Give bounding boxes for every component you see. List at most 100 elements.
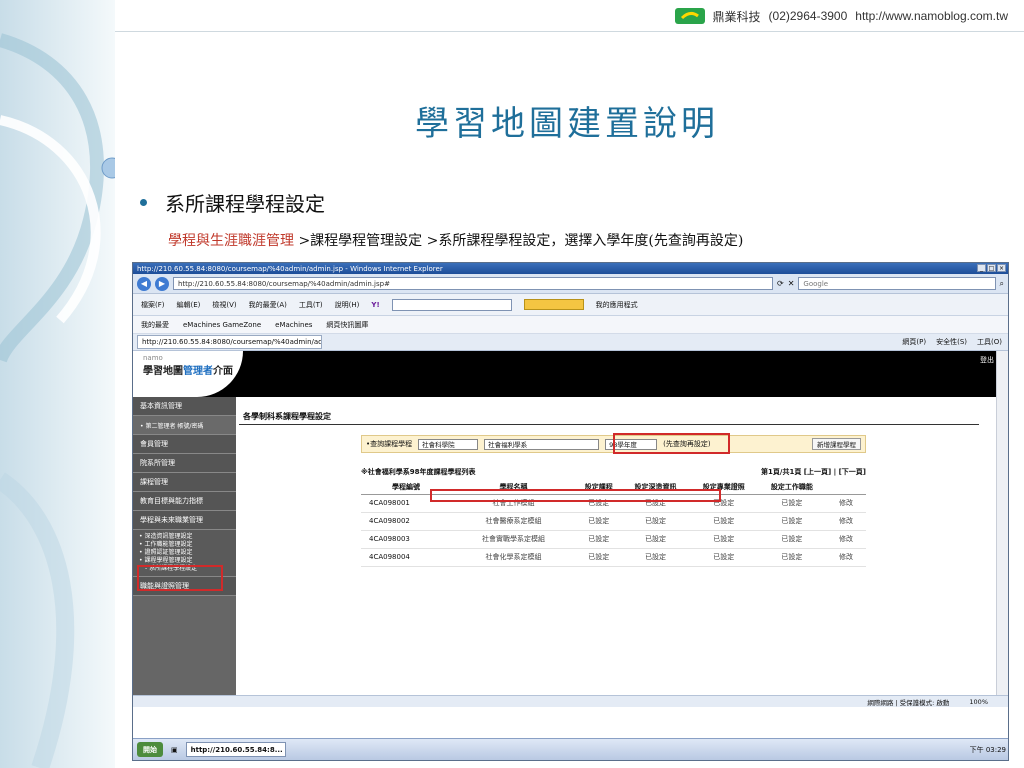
path-rest: >課程學程管理設定 >系所課程學程設定，選擇入學年度(先查詢再設定) (294, 233, 744, 249)
pager[interactable]: 第1頁/共1頁 [上一頁] | [下一頁] (761, 467, 866, 477)
menu-program-career[interactable]: 學程與未來職業管理 (133, 511, 236, 530)
refresh-icon[interactable]: ⟳ (777, 279, 784, 288)
highlight-box (613, 433, 730, 454)
cell-name: 社會化學系定模組 (451, 548, 576, 567)
submenu-certificate[interactable]: • 證照認証管理設定 (133, 549, 236, 557)
menu-file[interactable]: 檔案(F) (141, 300, 165, 310)
bullet-icon (140, 199, 147, 206)
forward-icon[interactable]: ▶ (155, 276, 169, 291)
page-heading: 各學制科系課程學程設定 (239, 397, 979, 425)
cell-skill[interactable]: 已設定 (757, 512, 826, 531)
search-icon[interactable]: ⌕ (1000, 279, 1004, 289)
taskbar-ie-window[interactable]: http://210.60.55.84:8... (185, 742, 286, 757)
company-logo (674, 8, 705, 24)
main-content: 各學制科系課程學程設定 •查詢課程學程 社會科學院 社會福利學系 98學年度 (… (239, 397, 990, 567)
table-row: 4CA098004 社會化學系定模組 已設定 已設定 已設定 已設定 修改 (361, 548, 866, 567)
cell-skill[interactable]: 已設定 (757, 548, 826, 567)
status-bar: 網際網路 | 受保護模式: 啟動 100% (133, 695, 1008, 707)
menu-edit[interactable]: 編輯(E) (177, 300, 201, 310)
start-button[interactable]: 開始 (137, 742, 163, 757)
maximize-icon[interactable]: □ (987, 264, 996, 272)
address-bar: ◀ ▶ http://210.60.55.84:8080/coursemap/%… (133, 274, 1008, 294)
search-input[interactable]: Google (798, 277, 996, 290)
fav-link-emachines[interactable]: eMachines (275, 321, 312, 329)
fav-link-webslice[interactable]: 網頁快訊圖庫 (326, 320, 368, 330)
menu-second-admin[interactable]: • 第二管理者 帳號/密碼 (133, 416, 236, 435)
menu-edu-goals[interactable]: 教育目標與能力指標 (133, 492, 236, 511)
cell-course[interactable]: 已設定 (576, 548, 622, 567)
close-icon[interactable]: × (997, 264, 1006, 272)
window-controls: _ □ × (977, 264, 1006, 272)
safety-menu[interactable]: 安全性(S) (936, 337, 967, 347)
slide-title: 學習地圖建置說明 (415, 104, 719, 144)
cell-skill[interactable]: 已設定 (757, 494, 826, 513)
cell-course[interactable]: 已設定 (576, 530, 622, 549)
company-website[interactable]: http://www.namoblog.com.tw (855, 9, 1008, 23)
table-row: 4CA098003 社會實戰學系定模組 已設定 已設定 已設定 已設定 修改 (361, 530, 866, 549)
menu-tools[interactable]: 工具(T) (299, 300, 323, 310)
fav-link-gamezone[interactable]: eMachines GameZone (183, 321, 261, 329)
edit-link[interactable]: 修改 (826, 548, 866, 567)
favorites-bar: 我的最愛 eMachines GameZone eMachines 網頁快訊圖庫 (133, 316, 1008, 334)
page-menu[interactable]: 網頁(P) (902, 337, 926, 347)
cell-code: 4CA098003 (361, 530, 451, 549)
cell-advanced[interactable]: 已設定 (621, 548, 690, 567)
stop-icon[interactable]: ✕ (788, 279, 795, 288)
cell-advanced[interactable]: 已設定 (621, 530, 690, 549)
toolbar-search-input[interactable] (391, 298, 512, 311)
cell-skill[interactable]: 已設定 (757, 530, 826, 549)
url-input[interactable]: http://210.60.55.84:8080/coursemap/%40ad… (173, 277, 773, 290)
taskbar: 開始 ▣ http://210.60.55.84:8... 下午 03:29 (133, 738, 1008, 760)
quicklaunch-icon[interactable]: ▣ (171, 746, 178, 754)
cell-cert[interactable]: 已設定 (689, 512, 758, 531)
menu-favorites[interactable]: 我的最愛(A) (249, 300, 287, 310)
logo-main-text: 學習地圖管理者介面 (143, 366, 233, 377)
list-header: ※社會福利學系98年度課程學程列表 第1頁/共1頁 [上一頁] | [下一頁] (361, 467, 866, 477)
window-title: http://210.60.55.84:8080/coursemap/%40ad… (137, 264, 443, 273)
menu-basic-info[interactable]: 基本資訊管理 (133, 397, 236, 416)
college-select[interactable]: 社會科學院 (418, 438, 479, 450)
highlight-box (430, 489, 721, 502)
submenu-advanced[interactable]: • 深造資訊管理設定 (133, 533, 236, 541)
submenu-program-setting[interactable]: • 課程學程管理設定 (133, 557, 236, 565)
vertical-scrollbar[interactable] (996, 351, 1008, 695)
my-apps-button[interactable]: 我的應用程式 (596, 300, 638, 310)
app-logo: namo 學習地圖管理者介面 (133, 351, 243, 397)
add-program-button[interactable]: 新增課程學程 (812, 438, 861, 450)
menu-course[interactable]: 課程管理 (133, 473, 236, 492)
path-highlight: 學程與生涯職涯管理 (168, 233, 294, 249)
query-label: •查詢課程學程 (366, 440, 413, 448)
app-banner: namo 學習地圖管理者介面 登出 (133, 351, 1008, 397)
menu-view[interactable]: 檢視(V) (212, 300, 236, 310)
edit-link[interactable]: 修改 (826, 512, 866, 531)
logo-small-text: namo (143, 354, 163, 362)
back-icon[interactable]: ◀ (137, 276, 151, 291)
toolbar-search-button[interactable] (523, 299, 584, 310)
cell-course[interactable]: 已設定 (576, 512, 622, 531)
submenu-job-skill[interactable]: • 工作職能管理設定 (133, 541, 236, 549)
cell-code: 4CA098002 (361, 512, 451, 531)
cell-advanced[interactable]: 已設定 (621, 512, 690, 531)
bullet-text: 系所課程學程設定 (165, 192, 325, 216)
yahoo-icon[interactable]: Y! (371, 301, 379, 309)
menu-dept[interactable]: 院系所管理 (133, 454, 236, 473)
security-zone: 網際網路 | 受保護模式: 啟動 (867, 698, 950, 707)
favorites-button[interactable]: 我的最愛 (141, 320, 169, 330)
minimize-icon[interactable]: _ (977, 264, 986, 272)
col-skill: 設定工作職能 (757, 481, 826, 495)
tools-menu[interactable]: 工具(O) (977, 337, 1002, 347)
menu-help[interactable]: 說明(H) (335, 300, 360, 310)
menu-member[interactable]: 會員管理 (133, 435, 236, 454)
browser-window: http://210.60.55.84:8080/coursemap/%40ad… (132, 262, 1009, 761)
edit-link[interactable]: 修改 (826, 530, 866, 549)
edit-link[interactable]: 修改 (826, 494, 866, 513)
header-divider (115, 31, 1024, 32)
tab-bar: http://210.60.55.84:8080/coursemap/%40ad… (133, 334, 1008, 351)
zoom-level[interactable]: 100% (969, 698, 988, 706)
navigation-path: 學程與生涯職涯管理 >課程學程管理設定 >系所課程學程設定，選擇入學年度(先查詢… (168, 230, 743, 250)
dept-select[interactable]: 社會福利學系 (484, 438, 600, 450)
cell-cert[interactable]: 已設定 (689, 548, 758, 567)
browser-tab[interactable]: http://210.60.55.84:8080/coursemap/%40ad… (137, 335, 322, 349)
cell-cert[interactable]: 已設定 (689, 530, 758, 549)
company-name: 鼎業科技 (712, 9, 761, 24)
